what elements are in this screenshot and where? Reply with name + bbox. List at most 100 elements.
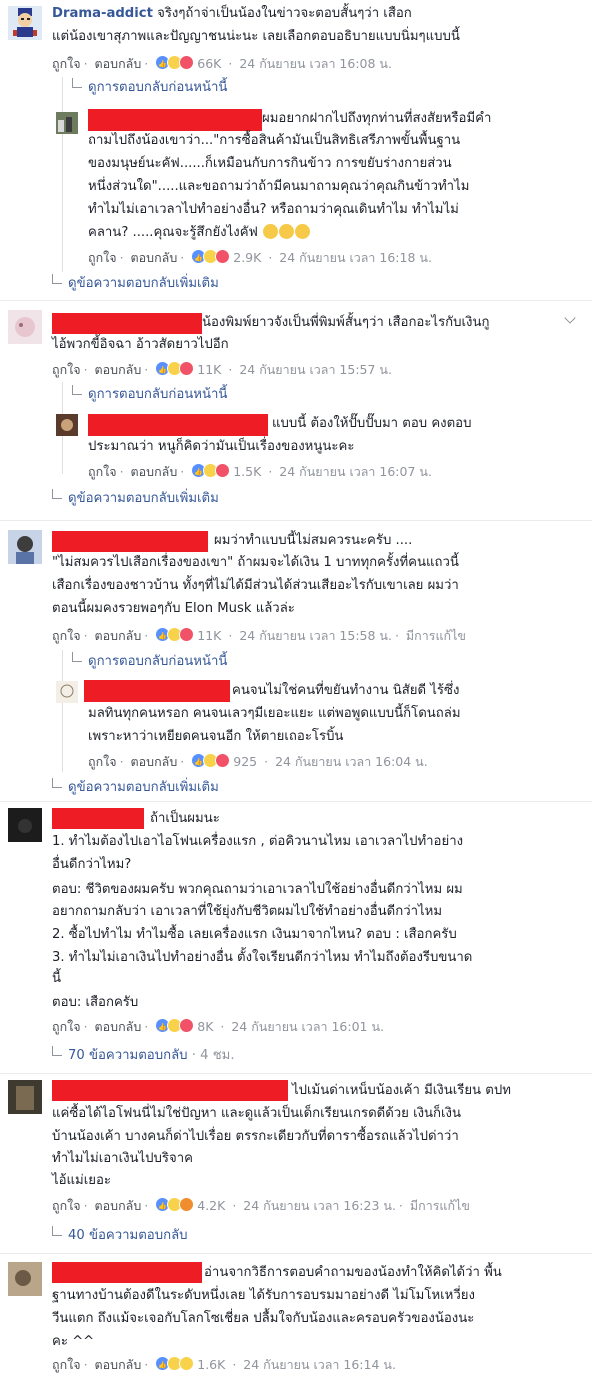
view-replies[interactable]: 70 ข้อความตอบกลับ · 4 ชม. [52,1046,235,1065]
reply-button[interactable]: ตอบกลับ [131,250,178,265]
comment-text: แบบนี้ ต้องให้ปั๊บปั๊บมา ตอบ คงตอบ [272,416,472,431]
reply-button[interactable]: ตอบกลับ [95,1357,142,1372]
comment-timestamp[interactable]: 24 กันยายน เวลา 16:07 น. [279,464,432,479]
view-previous-replies[interactable]: ดูการตอบกลับก่อนหน้านี้ [72,652,227,671]
comment-text: ฐานทางบ้านต้องดีในระดับหนึ่งเลย ได้รับกา… [52,1288,475,1303]
reaction-count: 2.9K [233,250,262,265]
like-button[interactable]: ถูกใจ [88,250,117,265]
like-button[interactable]: ถูกใจ [52,1357,81,1372]
avatar[interactable] [56,414,78,436]
comment-text: ผมว่าทำแบบนี้ไม่สมควรนะครับ .... [214,533,413,548]
edited-label[interactable]: มีการแก้ไข [406,628,466,643]
comment-author[interactable]: Drama-addict [52,6,153,21]
reply-button[interactable]: ตอบกลับ [131,464,178,479]
reply-button[interactable]: ตอบกลับ [95,628,142,643]
like-button[interactable]: ถูกใจ [88,754,117,769]
avatar[interactable] [8,1080,42,1114]
comment-timestamp[interactable]: 24 กันยายน เวลา 16:08 น. [239,56,392,71]
comment-text: 3. ทำไมไม่เอาเงินไปทำอย่างอื่น ตั้งใจเรี… [52,950,473,965]
avatar-photo-icon [15,317,35,337]
comment-timestamp[interactable]: 24 กันยายน เวลา 15:57 น. [239,362,392,377]
reaction-summary[interactable]: 1.6K [155,1356,229,1373]
comment-text: วีนแตก ถึงแม้จะเจอกับโลกโซเชี่ยล ปลื้มใจ… [52,1311,475,1326]
divider [0,1073,592,1074]
reply-arrow-icon [52,778,62,788]
reaction-summary[interactable]: 66K [155,55,225,72]
comment-text: แค่ซื้อได้ไอโฟนนี่ไม่ใช่ปัญหา และดูแล้วเ… [52,1106,461,1121]
redacted-name [52,808,144,829]
avatar-photo-icon [15,1270,31,1286]
reaction-count: 8K [197,1019,214,1034]
view-more-replies[interactable]: ดูข้อความตอบกลับเพิ่มเติม [52,489,219,508]
reply-button[interactable]: ตอบกลับ [95,1019,142,1034]
comment-actions: ถูกใจ· ตอบกลับ· 11K · 24 กันยายน เวลา 15… [52,361,392,378]
comment-timestamp[interactable]: 24 กันยายน เวลา 16:01 น. [231,1019,384,1034]
wow-reaction-icon [179,1356,195,1371]
reply-arrow-icon [52,1226,62,1236]
like-button[interactable]: ถูกใจ [88,464,117,479]
comment-timestamp[interactable]: 24 กันยายน เวลา 16:14 น. [243,1357,396,1372]
love-reaction-icon [179,361,195,376]
reply-age: 4 ชม. [200,1048,235,1063]
love-reaction-icon [179,1018,195,1033]
reply-arrow-icon [72,78,82,88]
redacted-name [52,1080,288,1101]
reaction-summary[interactable]: 2.9K [191,249,265,266]
reply-button[interactable]: ตอบกลับ [95,362,142,377]
redacted-name [52,531,208,552]
reaction-summary[interactable]: 925 [191,753,261,770]
comment-text: อ่านจากวิธีการตอบคำถามของน้องทำให้คิดได้… [204,1265,502,1280]
reply-button[interactable]: ตอบกลับ [131,754,178,769]
divider [0,1253,592,1254]
laughing-emoji-icon [263,224,279,239]
comment-text: บ้านน้องเค้า บางคนก็ด่าไปเรื่อย ตรรกะเดี… [52,1129,459,1144]
divider [0,801,592,802]
view-replies[interactable]: 40 ข้อความตอบกลับ [52,1226,188,1245]
avatar[interactable] [56,681,78,703]
like-button[interactable]: ถูกใจ [52,56,81,71]
reaction-summary[interactable]: 11K [155,627,225,644]
comment-text: ของมนุษย์นะคัฟ......ก็เหมือนกับการกินข้า… [88,156,452,171]
comment-timestamp[interactable]: 24 กันยายน เวลา 15:58 น. [239,628,392,643]
avatar[interactable] [56,112,78,134]
like-button[interactable]: ถูกใจ [52,362,81,377]
reaction-summary[interactable]: 8K [155,1018,217,1035]
comment-timestamp[interactable]: 24 กันยายน เวลา 16:04 น. [275,754,428,769]
comment-text: ทำไมไม่เอาเงินไปบริจาค [52,1151,193,1166]
chevron-down-icon[interactable] [564,312,576,324]
reaction-summary[interactable]: 4.2K [155,1197,229,1214]
like-button[interactable]: ถูกใจ [52,628,81,643]
view-previous-replies[interactable]: ดูการตอบกลับก่อนหน้านี้ [72,385,227,404]
comment-actions: ถูกใจ· ตอบกลับ· 11K · 24 กันยายน เวลา 15… [52,627,466,644]
reaction-summary[interactable]: 1.5K [191,463,265,480]
comment-text: มลทินทุกคนหรอก คนจนเลวๆมีเยอะแยะ แต่พอพู… [88,706,461,721]
reply-button[interactable]: ตอบกลับ [95,1198,142,1213]
comment-text: ทำไมไม่เอาเวลาไปทำอย่างอื่น? หรือถามว่าค… [88,202,459,217]
avatar[interactable] [8,310,42,344]
edited-label[interactable]: มีการแก้ไข [410,1198,470,1213]
reply-button[interactable]: ตอบกลับ [95,56,142,71]
avatar[interactable] [8,808,42,842]
reaction-count: 1.5K [233,464,262,479]
comment-text: อื่นดีกว่าไหม? [52,857,132,872]
avatar[interactable] [8,1262,42,1296]
reply-arrow-icon [52,489,62,499]
comment-text: ถามไปถึงน้องเขาว่า..."การซื้อสินค้ามันเป… [88,133,461,148]
reaction-summary[interactable]: 11K [155,361,225,378]
like-button[interactable]: ถูกใจ [52,1019,81,1034]
like-button[interactable]: ถูกใจ [52,1198,81,1213]
comment-timestamp[interactable]: 24 กันยายน เวลา 16:23 น. [243,1198,396,1213]
comment-text: ไอ้พวกขี้อิจฉา อ้าวสัดยาวไปอีก [52,337,229,352]
view-more-replies[interactable]: ดูข้อความตอบกลับเพิ่มเติม [52,274,219,293]
comment-timestamp[interactable]: 24 กันยายน เวลา 16:18 น. [279,250,432,265]
avatar[interactable] [8,6,42,40]
view-previous-replies[interactable]: ดูการตอบกลับก่อนหน้านี้ [72,78,227,97]
laughing-emoji-icon [279,224,295,239]
redacted-name [52,313,202,334]
view-more-replies[interactable]: ดูข้อความตอบกลับเพิ่มเติม [52,778,219,797]
comment-text: ถ้าเป็นผมนะ [150,811,220,826]
comment-text: คะ ^^ [52,1334,95,1349]
comment-actions: ถูกใจ· ตอบกลับ· 4.2K · 24 กันยายน เวลา 1… [52,1197,470,1214]
avatar[interactable] [8,530,42,564]
avatar-photo-icon [18,819,32,833]
